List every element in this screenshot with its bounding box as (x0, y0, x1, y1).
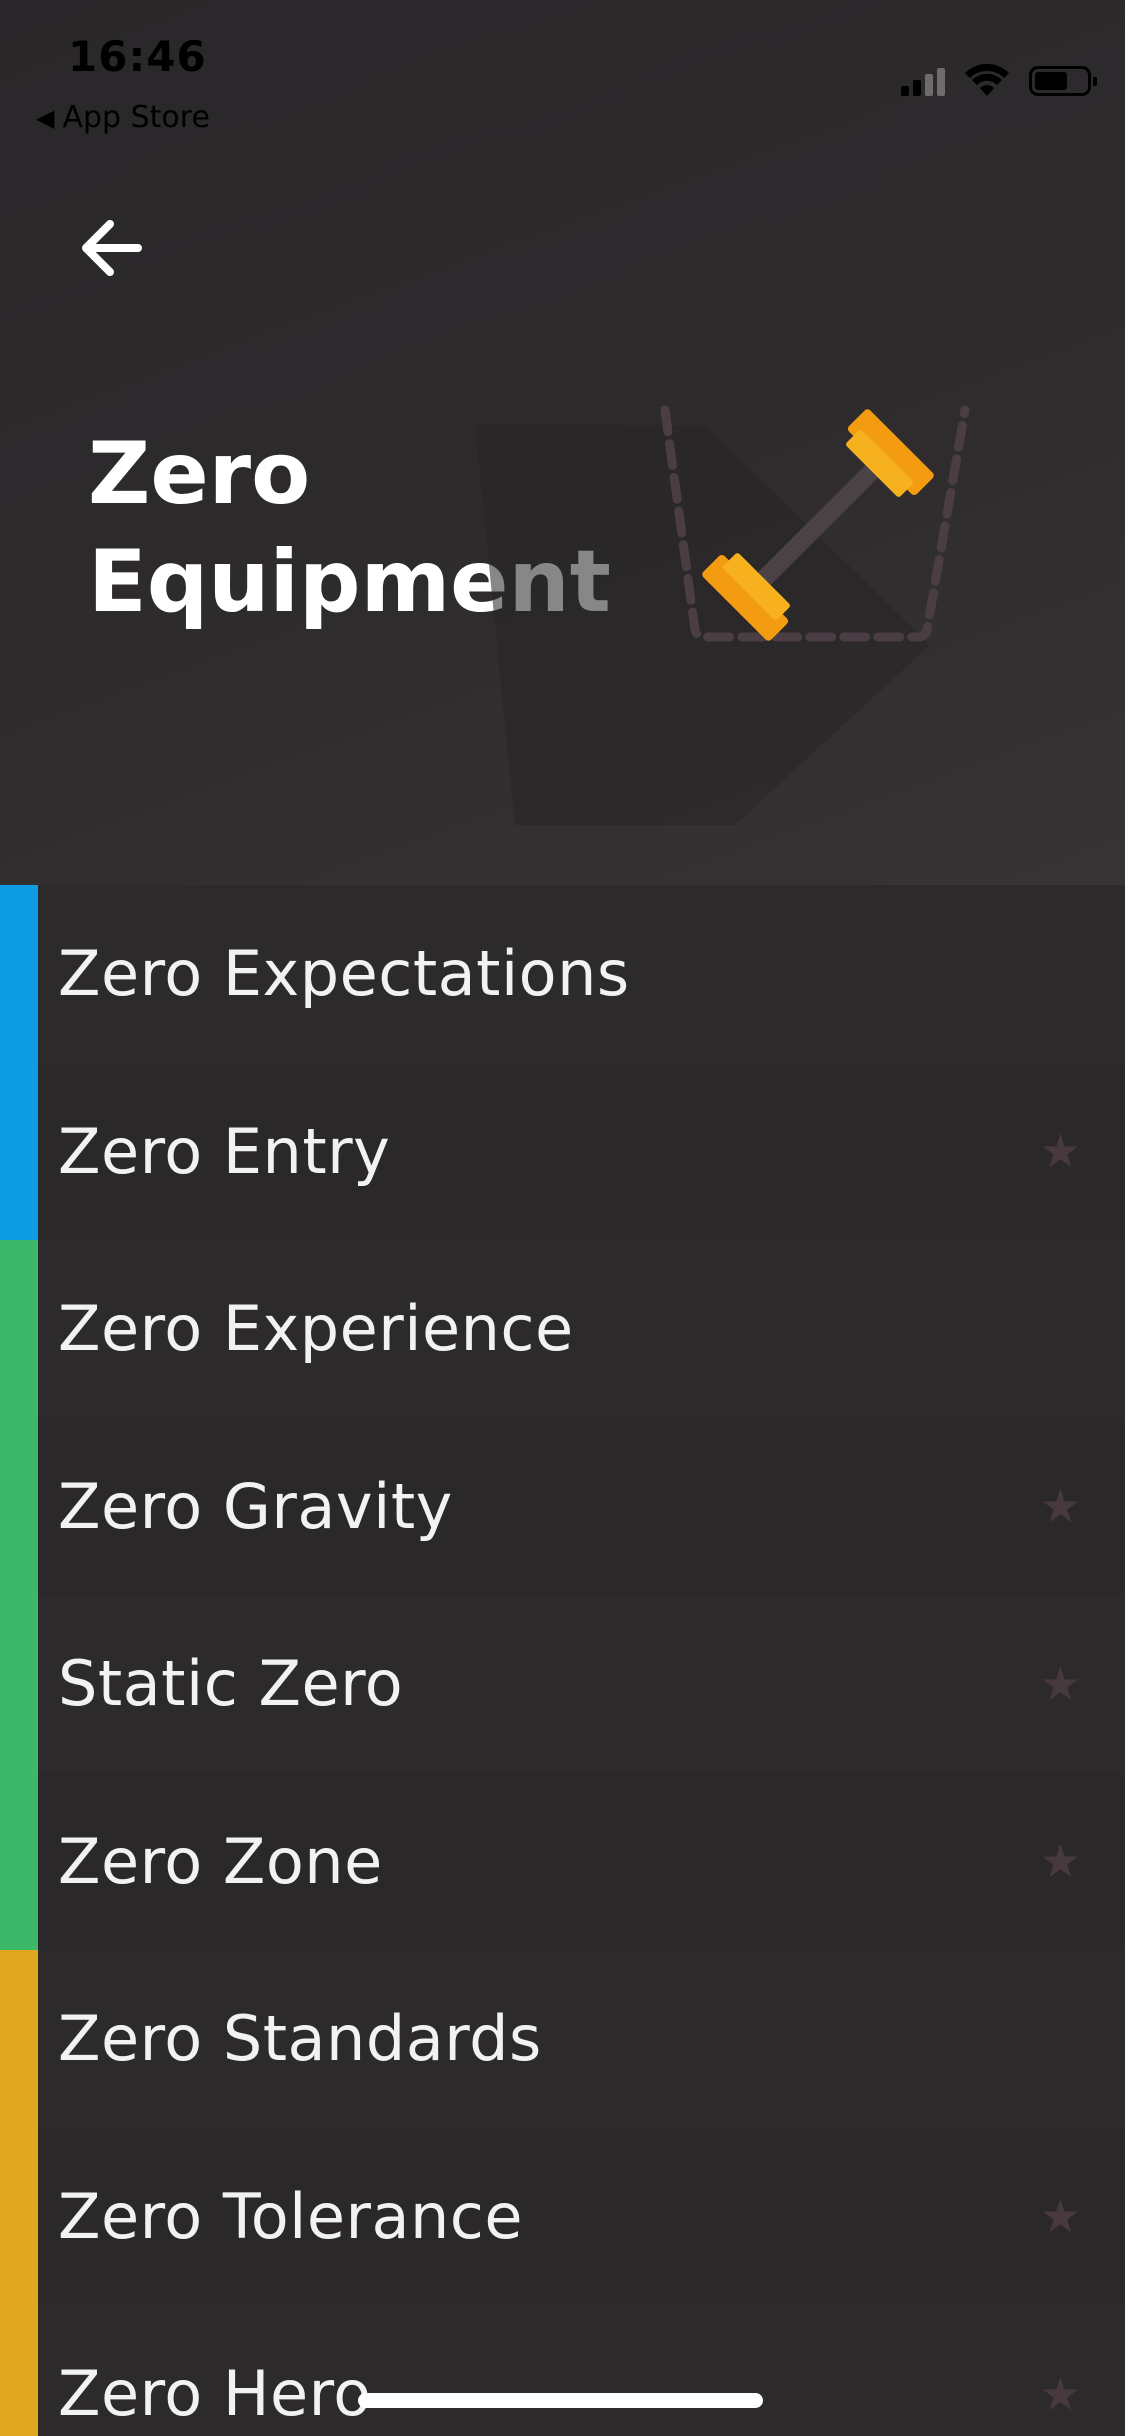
list-item-label: Zero Expectations (58, 937, 630, 1011)
group-color-bar (0, 1240, 38, 1418)
back-app-label: App Store (62, 100, 210, 135)
list-item[interactable]: Zero Standards (0, 1950, 1125, 2128)
list-item-label: Zero Hero (58, 2357, 372, 2431)
status-icons (901, 64, 1097, 98)
star-icon[interactable]: ★ (1040, 1479, 1081, 1533)
list-item-label: Zero Tolerance (58, 2179, 524, 2253)
group-color-bar (0, 2127, 38, 2305)
group-color-bar (0, 1772, 38, 1950)
status-time: 16:46 (68, 32, 207, 81)
list-item[interactable]: Zero Expectations (0, 885, 1125, 1063)
group-color-bar (0, 2305, 38, 2436)
star-icon[interactable]: ★ (1040, 1124, 1081, 1178)
group-color-bar (0, 1417, 38, 1595)
list-item-label: Static Zero (58, 1647, 404, 1721)
list-item[interactable]: Zero Entry ★ (0, 1062, 1125, 1240)
battery-icon (1029, 66, 1097, 96)
list-item[interactable]: Static Zero ★ (0, 1595, 1125, 1773)
arrow-left-icon[interactable] (76, 212, 148, 284)
list-item-label: Zero Zone (58, 1824, 383, 1898)
back-to-app-store[interactable]: ◀ App Store (36, 100, 210, 135)
list-item[interactable]: Zero Gravity ★ (0, 1417, 1125, 1595)
list-item-label: Zero Standards (58, 2002, 542, 2076)
group-color-bar (0, 885, 38, 1063)
group-color-bar (0, 1950, 38, 2128)
group-color-bar (0, 1595, 38, 1773)
list-item[interactable]: Zero Experience (0, 1240, 1125, 1418)
home-indicator (358, 2393, 763, 2408)
list-item-label: Zero Entry (58, 1114, 391, 1188)
back-triangle-icon: ◀ (36, 103, 55, 132)
dumbbell-in-basket-icon (475, 405, 970, 825)
list-item[interactable]: Zero Zone ★ (0, 1772, 1125, 1950)
list-item[interactable]: Zero Tolerance ★ (0, 2127, 1125, 2305)
star-icon[interactable]: ★ (1040, 2189, 1081, 2243)
screen: 16:46 ◀ App Store Zero Equipment Zero Ex… (0, 0, 1125, 2436)
list-item-label: Zero Gravity (58, 1469, 453, 1543)
workout-list: Zero Expectations Zero Entry ★ Zero Experie… (0, 885, 1125, 2436)
star-icon[interactable]: ★ (1040, 1834, 1081, 1888)
wifi-icon (965, 64, 1009, 96)
cellular-signal-icon (901, 66, 945, 96)
list-item[interactable]: Zero Hero ★ (0, 2305, 1125, 2436)
star-icon[interactable]: ★ (1040, 2367, 1081, 2421)
star-icon[interactable]: ★ (1040, 1657, 1081, 1711)
group-color-bar (0, 1062, 38, 1240)
list-item-label: Zero Experience (58, 1292, 574, 1366)
